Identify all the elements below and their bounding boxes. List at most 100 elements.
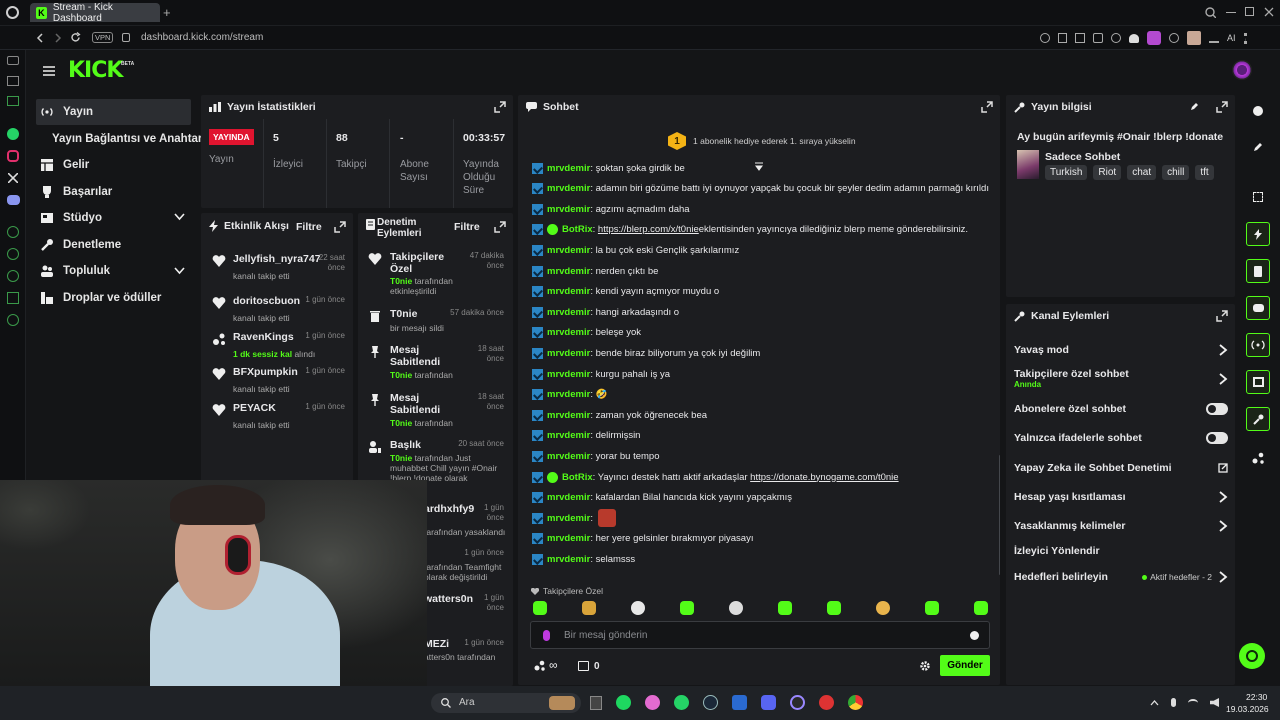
vpn-badge[interactable]: VPN — [92, 32, 114, 43]
emote-icon[interactable] — [925, 601, 939, 615]
nav-topluluk[interactable]: Topluluk — [36, 258, 191, 284]
chat-message[interactable]: mrvdemir: selamsss — [532, 550, 635, 568]
chat-username[interactable]: mrvdemir — [547, 183, 590, 194]
reload-icon[interactable] — [70, 32, 81, 43]
mod-toggle-icon[interactable] — [1246, 407, 1270, 431]
edit-pencil-icon[interactable] — [1190, 102, 1199, 111]
nav-stream-key[interactable]: Yayın Bağlantısı ve Anahtarı — [36, 126, 206, 152]
discord-icon[interactable] — [7, 195, 20, 205]
store-icon[interactable] — [578, 661, 589, 671]
chat-username[interactable]: mrvdemir — [547, 451, 590, 462]
chat-username[interactable]: mrvdemir — [547, 307, 590, 318]
news-icon[interactable] — [7, 76, 19, 86]
search-tabs-icon[interactable] — [1205, 7, 1216, 18]
action-followers-only[interactable]: Takipçilere özel sohbet Anında — [1014, 368, 1228, 398]
emote-icon[interactable] — [827, 601, 841, 615]
chevron-down-icon[interactable] — [174, 267, 185, 275]
action-banned-words[interactable]: Yasaklanmış kelimeler — [1014, 515, 1228, 537]
community-icon[interactable] — [534, 660, 545, 671]
network-app-icon[interactable] — [732, 695, 747, 710]
activity-item[interactable]: doritoscbuon 1 gün önce kanalı takip ett… — [201, 295, 349, 327]
emote-icon[interactable] — [876, 601, 890, 615]
url-text[interactable]: dashboard.kick.com/stream — [141, 32, 263, 43]
action-subscribers-only[interactable]: Abonelere özel sohbet — [1014, 398, 1228, 420]
chat-message[interactable]: mrvdemir: — [532, 509, 616, 528]
chat-username[interactable]: mrvdemir — [547, 163, 590, 174]
chat-username[interactable]: mrvdemir — [547, 348, 590, 359]
player-icon[interactable] — [7, 226, 19, 238]
tag[interactable]: Turkish — [1045, 165, 1088, 180]
chat-message[interactable]: BotRix: Yayıncı destek hattı aktif arkad… — [532, 468, 899, 486]
chat-username[interactable]: mrvdemir — [547, 533, 590, 544]
chat-username[interactable]: mrvdemir — [547, 410, 590, 421]
sub-goal-banner[interactable]: 1 1 abonelik hediye ederek 1. sıraya yük… — [668, 132, 856, 150]
expand-icon[interactable] — [1216, 310, 1228, 322]
twitch-extension-icon[interactable] — [1147, 31, 1161, 45]
chat-message[interactable]: mrvdemir: şoktan şoka girdik be — [532, 159, 685, 177]
wifi-icon[interactable] — [1188, 698, 1198, 707]
chevron-down-icon[interactable] — [174, 213, 185, 221]
steam-icon[interactable] — [703, 695, 718, 710]
chrome-icon[interactable] — [848, 695, 863, 710]
download-icon[interactable] — [1209, 33, 1219, 43]
new-tab-button[interactable]: + — [163, 5, 171, 20]
chat-message[interactable]: mrvdemir: kendi yayın açmıyor muydu o — [532, 283, 719, 301]
chat-username[interactable]: mrvdemir — [547, 327, 590, 338]
nav-gelir[interactable]: Gelir — [36, 152, 191, 178]
gx-icon[interactable] — [7, 96, 19, 106]
chat-scrollbar[interactable] — [999, 455, 1000, 575]
info-icon[interactable] — [1246, 99, 1270, 123]
chat-message[interactable]: mrvdemir: bende biraz biliyorum ya çok i… — [532, 344, 760, 362]
chat-username[interactable]: BotRix — [562, 224, 593, 235]
expand-icon[interactable] — [494, 101, 506, 113]
mod-item[interactable]: Takipçilere Özel 47 dakika önce T0nie ta… — [358, 251, 508, 299]
emoji-picker-icon[interactable] — [970, 631, 979, 640]
chat-message[interactable]: BotRix: https://blerp.com/x/t0nie eklent… — [532, 221, 968, 239]
obs-icon[interactable] — [790, 695, 805, 710]
chat-input[interactable]: Bir mesaj gönderin — [530, 621, 990, 649]
history-icon[interactable] — [7, 248, 19, 260]
edit-icon[interactable] — [1246, 135, 1270, 159]
minimize-icon[interactable] — [1226, 12, 1236, 13]
emote-icon[interactable] — [778, 601, 792, 615]
chat-link[interactable]: https://blerp.com/x/t0nie — [598, 224, 699, 235]
chat-username[interactable]: mrvdemir — [547, 492, 590, 503]
chat-message[interactable]: mrvdemir: yorar bu tempo — [532, 447, 659, 465]
activity-toggle-icon[interactable] — [1246, 222, 1270, 246]
action-account-age[interactable]: Hesap yaşı kısıtlaması — [1014, 486, 1228, 508]
browser-tab[interactable]: K Stream - Kick Dashboard — [30, 2, 160, 24]
x-twitter-icon[interactable] — [8, 173, 18, 183]
task-view-icon[interactable] — [590, 695, 602, 710]
nav-denetleme[interactable]: Denetleme — [36, 232, 191, 258]
whatsapp-icon[interactable] — [7, 128, 19, 140]
chat-message[interactable]: mrvdemir: agzımı açmadım daha — [532, 200, 690, 218]
activity-item[interactable]: BFXpumpkin 1 gün önce kanalı takip etti — [201, 366, 349, 398]
category-thumbnail[interactable] — [1017, 150, 1039, 179]
activity-item[interactable]: RavenKings 1 gün önce 1 dk sessiz kal al… — [201, 331, 349, 363]
whatsapp-icon[interactable] — [674, 695, 689, 710]
expand-icon[interactable] — [1216, 101, 1228, 113]
chat-username[interactable]: mrvdemir — [547, 554, 590, 565]
chat-message[interactable]: mrvdemir: kafalardan Bilal hancıda kick … — [532, 489, 792, 507]
chat-username[interactable]: mrvdemir — [547, 266, 590, 277]
filter-button[interactable]: Filtre — [296, 221, 322, 233]
support-button[interactable] — [1239, 643, 1265, 669]
ai-button[interactable]: AI — [1227, 33, 1236, 43]
chat-username[interactable]: BotRix — [562, 472, 593, 483]
chevron-up-icon[interactable] — [1150, 699, 1159, 706]
app-icon[interactable] — [645, 695, 660, 710]
profile-extension-icon[interactable] — [1187, 31, 1201, 45]
tag[interactable]: chat — [1127, 165, 1157, 180]
activity-item[interactable]: Jellyfish_nyra747 22 saat önce kanalı ta… — [201, 253, 349, 285]
emote-icon[interactable] — [680, 601, 694, 615]
puzzle-icon[interactable] — [1169, 33, 1179, 43]
chat-message[interactable]: mrvdemir: adamın biri gözüme battı iyi o… — [532, 180, 989, 198]
community-toggle-icon[interactable] — [1246, 446, 1270, 470]
extensions-icon[interactable] — [7, 292, 19, 304]
emote-icon[interactable] — [729, 601, 743, 615]
mic-icon[interactable] — [1171, 698, 1176, 707]
hamburger-menu-icon[interactable] — [43, 66, 55, 76]
stats-toggle-icon[interactable] — [1246, 370, 1270, 394]
infinity-icon[interactable]: ∞ — [549, 658, 558, 672]
kick-logo[interactable]: KICK — [68, 58, 123, 83]
